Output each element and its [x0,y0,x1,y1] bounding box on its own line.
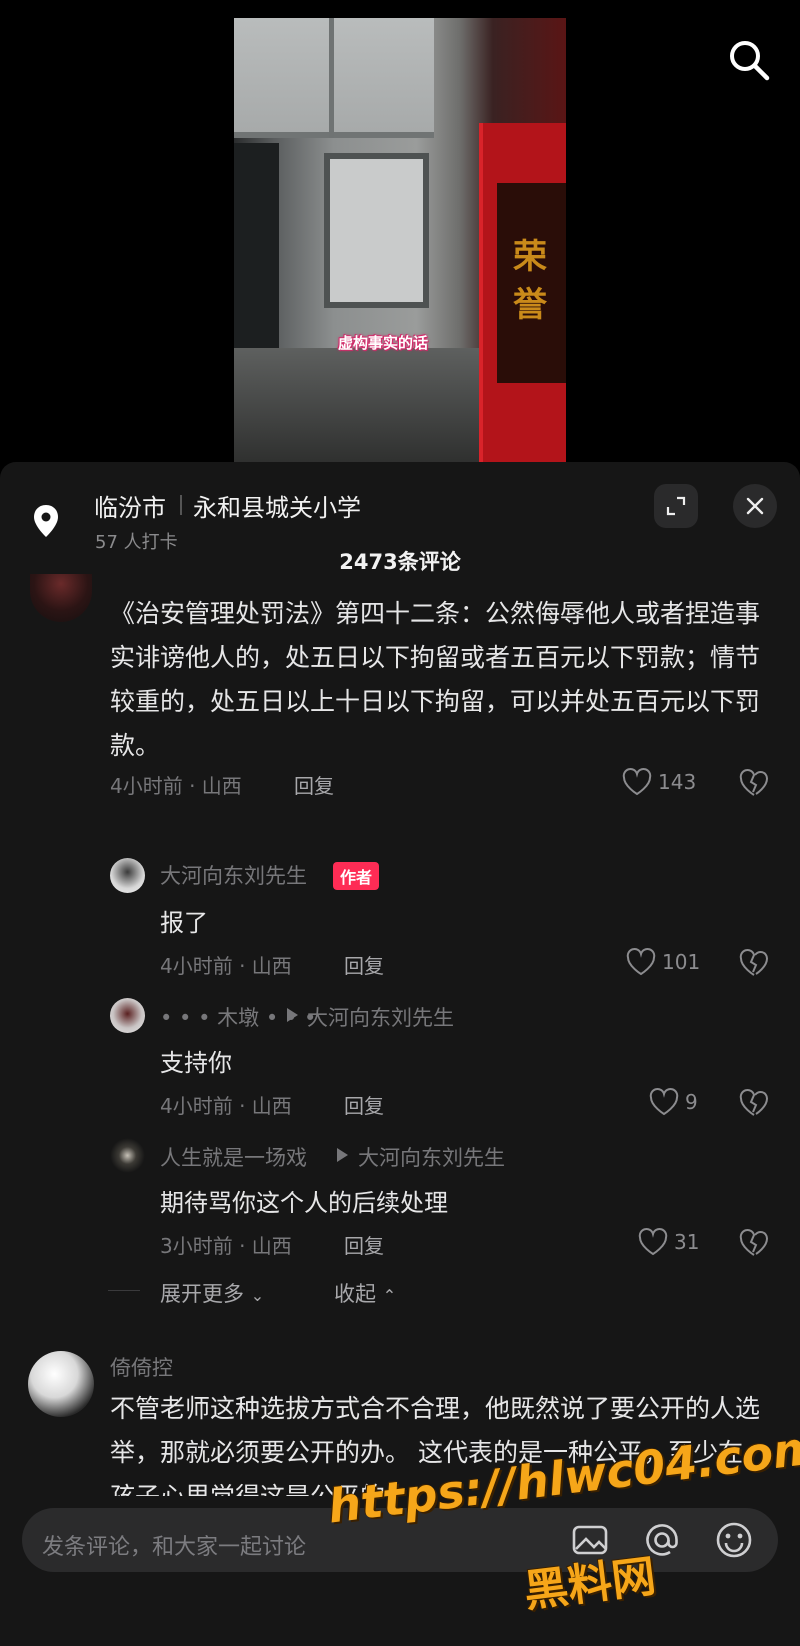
broken-heart-icon [739,1089,769,1116]
broken-heart-icon [739,949,769,976]
broken-heart-icon [739,769,769,796]
location-city[interactable]: 临汾市 [94,488,166,523]
like-button[interactable]: 9 [649,1088,698,1116]
comment-author[interactable]: 倚倚控 [110,1352,173,1382]
collapse-button[interactable]: 收起 ⌃ [334,1278,396,1308]
comment-input-placeholder: 发条评论，和大家一起讨论 [42,1535,307,1560]
like-button[interactable]: 101 [626,948,700,976]
location-divider [180,495,182,515]
thread-divider [108,1290,140,1291]
dislike-button[interactable] [739,949,769,977]
reply-button[interactable]: 回复 [294,770,334,799]
dislike-button[interactable] [739,1089,769,1117]
video-board-text: 荣誉 [513,237,547,325]
reply-to-name[interactable]: 大河向东刘先生 [358,1142,505,1172]
comment-meta: 4小时前 · 山西 [110,774,242,798]
expand-more-button[interactable]: 展开更多 ⌄ [160,1278,264,1308]
reply-text: 期待骂你这个人的后续处理 [160,1189,448,1217]
dislike-button[interactable] [739,1229,769,1257]
avatar[interactable] [110,998,145,1033]
close-button[interactable] [733,484,777,528]
comment-count: 2473条评论 [339,550,461,574]
reply-meta: 4小时前 · 山西 [160,1094,292,1118]
video-frame[interactable]: 荣誉 虚构事实的话 [234,18,566,463]
heart-icon [626,948,656,976]
like-count: 9 [685,1090,698,1114]
dislike-button[interactable] [739,769,769,797]
location-pin-icon [32,504,60,538]
avatar[interactable] [28,1351,94,1417]
like-count: 101 [662,950,701,974]
video-door-scene [324,153,429,308]
heart-icon [638,1228,668,1256]
video-window-scene [234,18,434,138]
reply-button[interactable]: 回复 [344,1230,384,1259]
like-count: 143 [658,770,697,794]
video-player[interactable]: 荣誉 虚构事实的话 [0,0,800,470]
video-honor-board: 荣誉 [479,123,566,463]
expand-icon [666,496,686,516]
like-button[interactable]: 143 [622,768,696,796]
reply-button[interactable]: 回复 [344,950,384,979]
reply-meta: 4小时前 · 山西 [160,954,292,978]
close-icon [746,497,764,515]
avatar[interactable] [30,574,92,622]
author-badge: 作者 [333,862,380,890]
reply-to-name[interactable]: 大河向东刘先生 [307,1002,454,1032]
chevron-up-icon: ⌃ [382,1286,397,1305]
like-button[interactable]: 31 [638,1228,699,1256]
avatar[interactable] [110,1138,145,1173]
reply-author[interactable]: 人生就是一场戏 [160,1142,307,1172]
reply-button[interactable]: 回复 [344,1090,384,1119]
reply-author[interactable]: 大河向东刘先生 [160,860,307,890]
expand-button[interactable] [654,484,698,528]
reply-text: 支持你 [160,1049,232,1077]
reply-to-arrow-icon [337,1148,348,1162]
like-count: 31 [674,1230,700,1254]
heart-icon [622,768,652,796]
location-place[interactable]: 永和县城关小学 [193,488,361,523]
search-icon[interactable] [725,36,773,84]
broken-heart-icon [739,1229,769,1256]
heart-icon [649,1088,679,1116]
video-caption: 虚构事实的话 [338,334,429,352]
emoji-icon[interactable] [712,1518,756,1562]
avatar[interactable] [110,858,145,893]
reply-to-arrow-icon [287,1008,298,1022]
reply-text: 报了 [160,909,208,937]
comment-text: 《治安管理处罚法》第四十二条：公然侮辱他人或者捏造事实诽谤他人的，处五日以下拘留… [110,599,761,760]
reply-meta: 3小时前 · 山西 [160,1234,292,1258]
chevron-down-icon: ⌄ [250,1286,265,1305]
